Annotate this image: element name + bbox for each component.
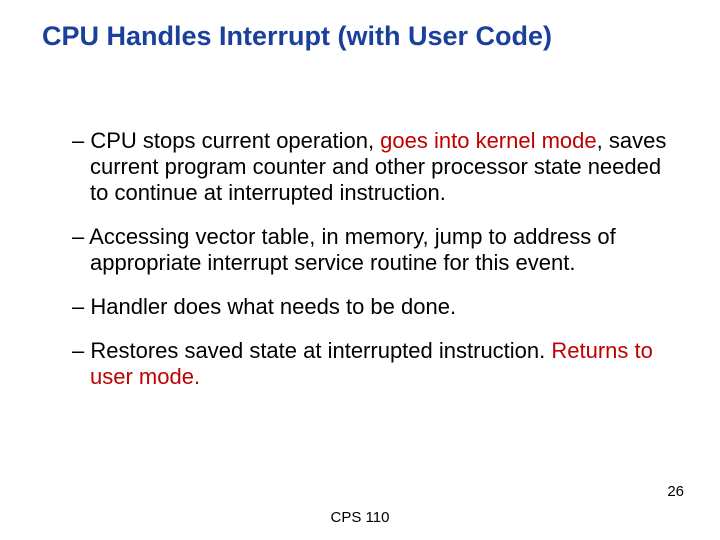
bullet-3-text: Handler does what needs to be done.: [90, 294, 456, 319]
bullet-1-highlight: goes into kernel mode: [380, 128, 596, 153]
bullet-3: – Handler does what needs to be done.: [72, 294, 670, 320]
bullet-1-pre: CPU stops current operation,: [90, 128, 380, 153]
slide-body: – CPU stops current operation, goes into…: [72, 128, 670, 408]
bullet-4-pre: Restores saved state at interrupted inst…: [90, 338, 551, 363]
footer-course: CPS 110: [0, 509, 720, 526]
bullet-4: – Restores saved state at interrupted in…: [72, 338, 670, 390]
slide: CPU Handles Interrupt (with User Code) –…: [0, 0, 720, 540]
bullet-dash: –: [72, 128, 90, 153]
bullet-dash: –: [72, 294, 90, 319]
bullet-1: – CPU stops current operation, goes into…: [72, 128, 670, 206]
bullet-dash: –: [72, 224, 89, 249]
page-number: 26: [667, 483, 684, 500]
bullet-dash: –: [72, 338, 90, 363]
slide-title: CPU Handles Interrupt (with User Code): [42, 20, 678, 52]
bullet-2-text: Accessing vector table, in memory, jump …: [89, 224, 616, 275]
bullet-2: – Accessing vector table, in memory, jum…: [72, 224, 670, 276]
